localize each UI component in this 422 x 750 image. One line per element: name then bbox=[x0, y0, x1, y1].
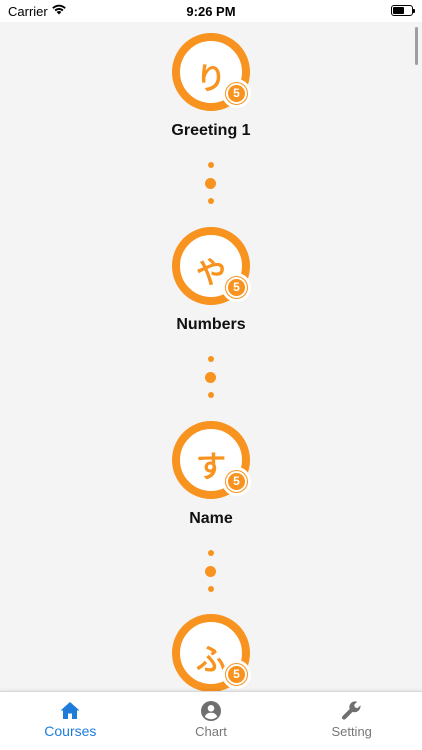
lesson-item: り 5 Greeting 1 bbox=[0, 22, 422, 152]
tab-label: Chart bbox=[195, 724, 227, 739]
lesson-title[interactable]: Greeting 1 bbox=[0, 122, 422, 140]
level-badge: 5 bbox=[222, 79, 251, 108]
path-dot bbox=[205, 178, 216, 189]
path-dot bbox=[205, 372, 216, 383]
home-icon bbox=[58, 700, 82, 722]
level-count: 5 bbox=[226, 664, 247, 685]
tab-bar: Courses Chart Setting bbox=[0, 691, 422, 750]
level-badge: 5 bbox=[222, 273, 251, 302]
app-screen: Carrier 9:26 PM り 5 Greeting 1 や 5 Numbe… bbox=[0, 0, 422, 750]
path-dot bbox=[208, 162, 214, 168]
tab-label: Setting bbox=[331, 724, 372, 739]
level-count: 5 bbox=[226, 277, 247, 298]
person-icon bbox=[199, 700, 223, 722]
battery-level bbox=[393, 7, 404, 14]
level-badge: 5 bbox=[222, 467, 251, 496]
path-connector bbox=[0, 354, 422, 404]
path-connector bbox=[0, 160, 422, 210]
lesson-title[interactable]: Name bbox=[0, 510, 422, 528]
clock-time: 9:26 PM bbox=[186, 4, 236, 19]
path-dot bbox=[208, 356, 214, 362]
lesson-path[interactable]: り 5 Greeting 1 や 5 Numbers す 5 Name ふ 5 bbox=[0, 22, 422, 692]
tab-chart[interactable]: Chart bbox=[141, 692, 282, 750]
path-dot bbox=[205, 566, 216, 577]
path-dot bbox=[208, 198, 214, 204]
path-dot bbox=[208, 392, 214, 398]
path-connector bbox=[0, 548, 422, 598]
level-count: 5 bbox=[226, 83, 247, 104]
lesson-item: す 5 Name bbox=[0, 410, 422, 540]
tab-courses[interactable]: Courses bbox=[0, 692, 141, 750]
tab-setting[interactable]: Setting bbox=[281, 692, 422, 750]
level-count: 5 bbox=[226, 471, 247, 492]
path-dot bbox=[208, 586, 214, 592]
lesson-title[interactable]: Numbers bbox=[0, 316, 422, 334]
battery-icon bbox=[391, 5, 415, 16]
wrench-icon bbox=[340, 700, 364, 722]
status-bar: Carrier 9:26 PM bbox=[0, 0, 422, 22]
lesson-item: ふ 5 bbox=[0, 603, 422, 692]
tab-label: Courses bbox=[44, 723, 97, 739]
path-dot bbox=[208, 550, 214, 556]
level-badge: 5 bbox=[222, 660, 251, 689]
lesson-item: や 5 Numbers bbox=[0, 216, 422, 346]
